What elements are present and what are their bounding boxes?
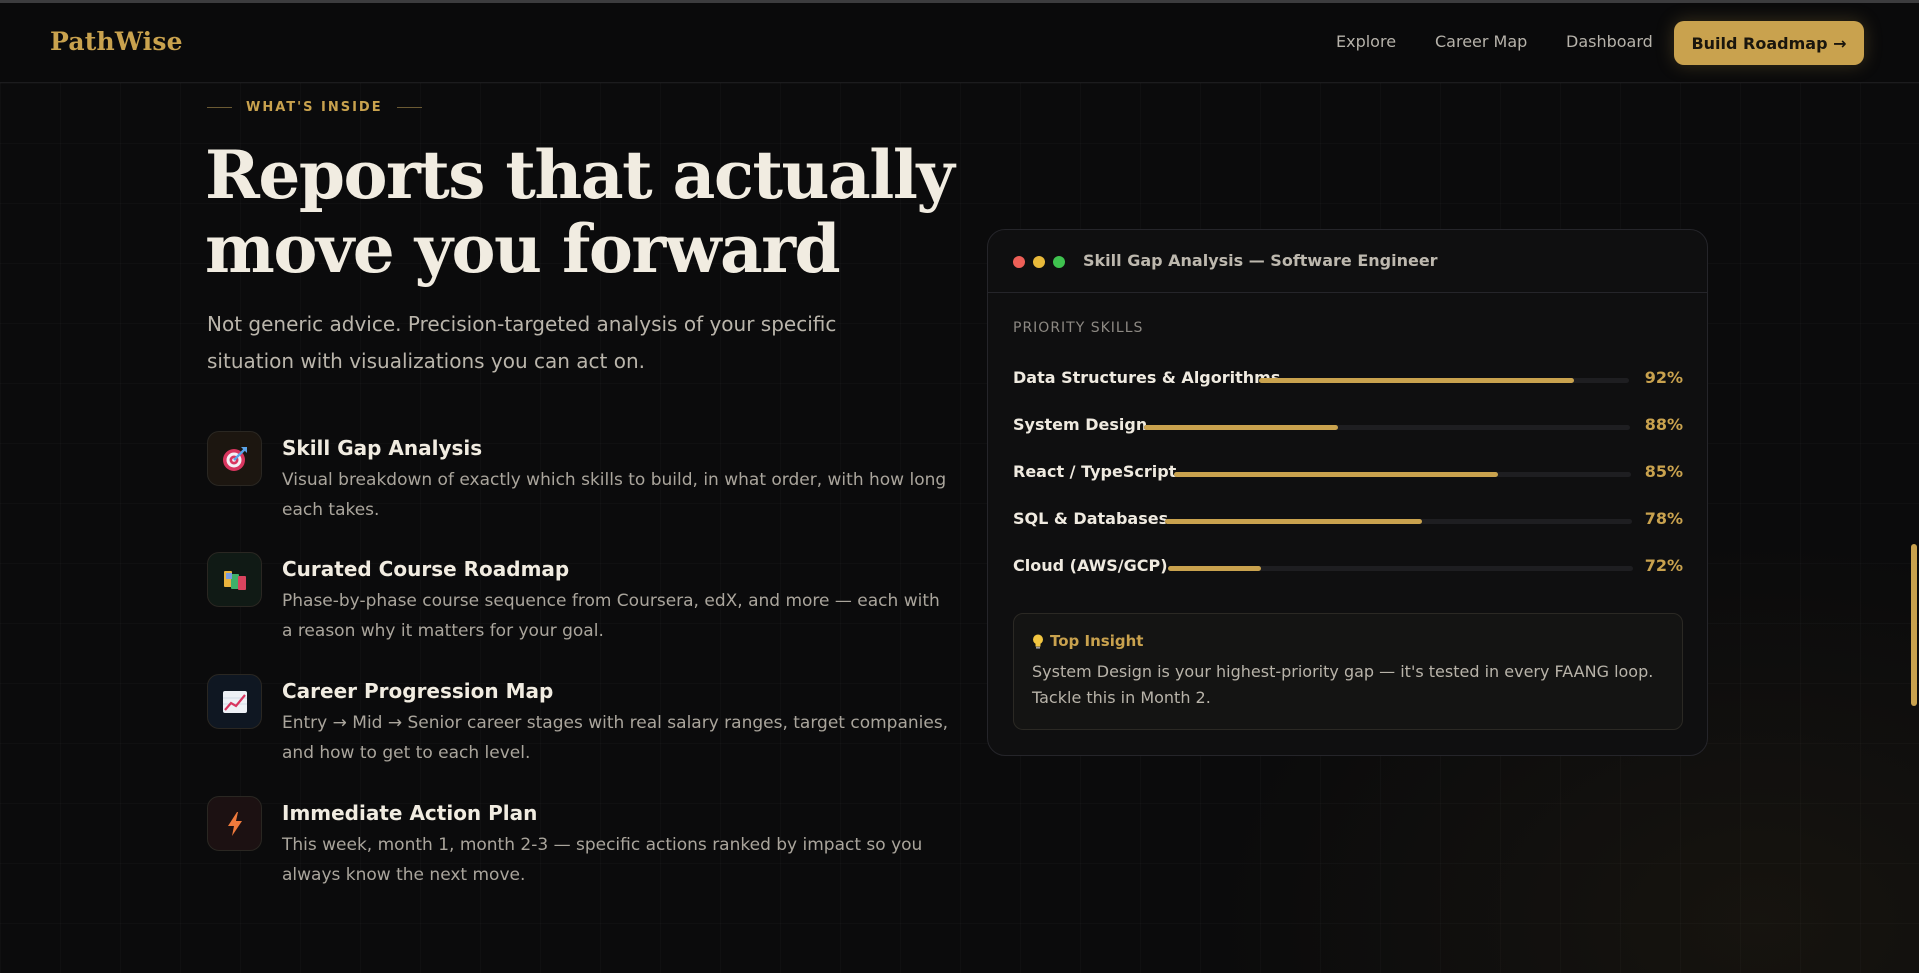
page-subtitle: Not generic advice. Precision-targeted a… xyxy=(207,312,837,373)
skill-name: Data Structures & Algorithms xyxy=(1013,368,1281,387)
insight-title-text: Top Insight xyxy=(1050,632,1144,650)
nav-link-career-map[interactable]: Career Map xyxy=(1435,32,1527,51)
chart-increasing-icon xyxy=(207,674,262,729)
insight-body: System Design is your highest-priority g… xyxy=(1032,662,1654,707)
feature-title: Curated Course Roadmap xyxy=(282,557,570,581)
window-dot-yellow xyxy=(1033,256,1045,268)
skill-bar-fill xyxy=(1174,472,1499,477)
skill-bar-track xyxy=(1259,378,1629,383)
insight-title: Top Insight xyxy=(1032,632,1143,650)
books-icon xyxy=(207,552,262,607)
skill-bar-track xyxy=(1144,425,1630,430)
skill-gap-card: Skill Gap Analysis — Software Engineer P… xyxy=(987,229,1708,756)
skill-bar-track xyxy=(1174,472,1631,477)
eyebrow-text: WHAT'S INSIDE xyxy=(246,100,383,115)
top-nav: PathWise Explore Career Map Dashboard Bu… xyxy=(0,3,1919,83)
eyebrow-line-left xyxy=(207,107,232,108)
page-title: Reports that actually move you forward xyxy=(205,138,965,286)
skill-bar-fill xyxy=(1165,519,1422,524)
skill-name: Cloud (AWS/GCP) xyxy=(1013,556,1168,575)
feature-description: Visual breakdown of exactly which skills… xyxy=(282,470,947,520)
skill-row: React / TypeScript 85% xyxy=(1013,462,1683,486)
feature-title: Immediate Action Plan xyxy=(282,801,538,825)
feature-title: Skill Gap Analysis xyxy=(282,436,483,460)
nav-link-explore[interactable]: Explore xyxy=(1336,32,1396,51)
feature-description: Entry → Mid → Senior career stages with … xyxy=(282,713,949,763)
lightning-icon xyxy=(207,796,262,851)
logo[interactable]: PathWise xyxy=(50,27,183,56)
page-scrollbar[interactable] xyxy=(1911,544,1917,706)
skill-bar-fill xyxy=(1168,566,1261,571)
skill-name: System Design xyxy=(1013,415,1148,434)
nav-link-dashboard[interactable]: Dashboard xyxy=(1566,32,1653,51)
skill-percent: 88% xyxy=(1644,415,1683,434)
feature-title: Career Progression Map xyxy=(282,679,554,703)
skill-percent: 72% xyxy=(1644,556,1683,575)
skill-percent: 85% xyxy=(1644,462,1683,481)
skill-percent: 92% xyxy=(1644,368,1683,387)
skill-bar-fill xyxy=(1144,425,1339,430)
card-title: Skill Gap Analysis — Software Engineer xyxy=(1083,251,1438,270)
eyebrow-line-right xyxy=(396,107,422,108)
skill-bar-track xyxy=(1168,566,1633,571)
skill-bar-fill xyxy=(1259,378,1574,383)
skill-name: React / TypeScript xyxy=(1013,462,1177,481)
lightbulb-icon xyxy=(1033,634,1043,649)
priority-skills-label: PRIORITY SKILLS xyxy=(1013,320,1144,336)
skill-percent: 78% xyxy=(1644,509,1683,528)
top-insight-box: Top Insight System Design is your highes… xyxy=(1013,613,1683,730)
section-eyebrow: WHAT'S INSIDE xyxy=(207,100,422,115)
title-line-1: Reports that actually xyxy=(205,136,955,214)
skill-name: SQL & Databases xyxy=(1013,509,1169,528)
skill-row: Data Structures & Algorithms 92% xyxy=(1013,368,1683,392)
skill-bar-track xyxy=(1165,519,1632,524)
build-roadmap-button[interactable]: Build Roadmap → xyxy=(1674,21,1864,65)
feature-description: Phase-by-phase course sequence from Cour… xyxy=(282,591,940,641)
skill-row: System Design 88% xyxy=(1013,415,1683,439)
target-icon xyxy=(207,431,262,486)
skill-row: SQL & Databases 78% xyxy=(1013,509,1683,533)
window-dot-green xyxy=(1053,256,1065,268)
skill-row: Cloud (AWS/GCP) 72% xyxy=(1013,556,1683,580)
window-dot-red xyxy=(1013,256,1025,268)
title-line-2: move you forward xyxy=(205,210,841,288)
feature-description: This week, month 1, month 2-3 — specific… xyxy=(282,835,923,885)
card-header: Skill Gap Analysis — Software Engineer xyxy=(988,230,1707,293)
